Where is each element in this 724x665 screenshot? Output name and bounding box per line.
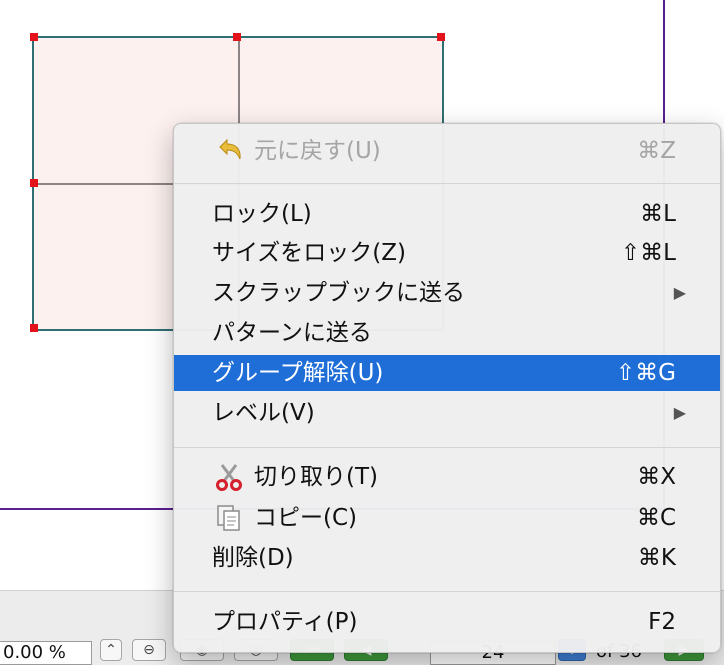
submenu-arrow-icon: ▶ [673,283,686,302]
chevron-up-icon: ⌃ [105,642,117,658]
menu-item-ungroup[interactable]: グループ解除(U) ⇧⌘G [174,355,720,391]
menu-item-properties[interactable]: プロパティ(P) F2 [174,604,720,640]
menu-separator [174,447,720,448]
scissors-icon [216,464,242,491]
menu-item-lock-size[interactable]: サイズをロック(Z) ⇧⌘L [174,235,720,271]
zoom-out-icon: ⊖ [143,642,155,658]
zoom-out-button[interactable]: ⊖ [132,639,166,661]
zoom-stepper[interactable]: ⌃ [100,639,122,661]
selection-handle-bottom-left[interactable] [30,324,38,332]
menu-item-delete[interactable]: 削除(D) ⌘K [174,540,720,576]
selection-handle-top-right[interactable] [437,33,445,41]
zoom-input[interactable]: 0.00 % [0,641,92,665]
undo-arrow-icon [219,138,241,160]
menu-item-undo[interactable]: 元に戻す(U) ⌘Z [174,133,720,169]
submenu-arrow-icon: ▶ [673,403,686,422]
menu-item-cut[interactable]: 切り取り(T) ⌘X [174,459,720,495]
menu-item-send-to-pattern[interactable]: パターンに送る [174,315,720,351]
menu-separator [174,183,720,184]
menu-item-level[interactable]: レベル(V) ▶ [174,395,720,431]
selection-handle-top-left[interactable] [30,33,38,41]
copy-document-icon [217,505,240,531]
menu-item-copy[interactable]: コピー(C) ⌘C [174,500,720,536]
menu-item-lock[interactable]: ロック(L) ⌘L [174,196,720,232]
menu-item-send-to-scrapbook[interactable]: スクラップブックに送る ▶ [174,275,720,311]
context-menu: 元に戻す(U) ⌘Z ロック(L) ⌘L サイズをロック(Z) ⇧⌘L スクラッ… [173,123,721,653]
menu-separator [174,591,720,592]
selection-handle-middle-left[interactable] [30,179,38,187]
selection-handle-top-center[interactable] [233,33,241,41]
